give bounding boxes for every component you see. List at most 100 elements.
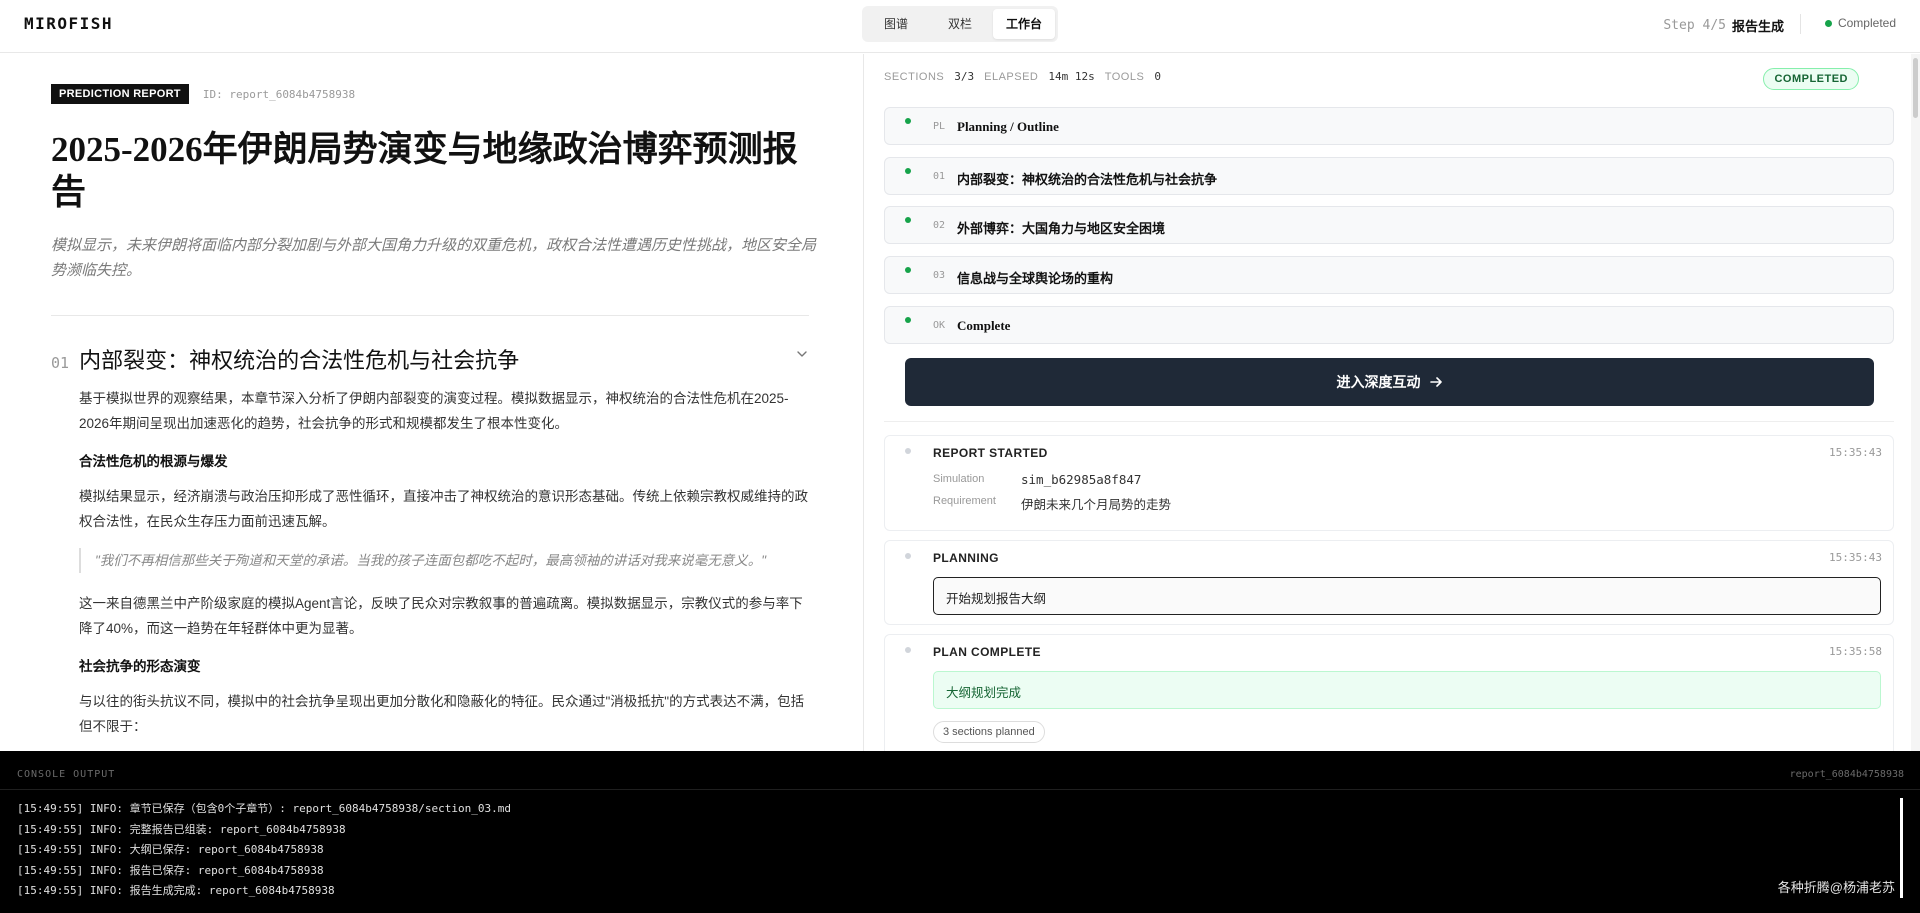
section-card-complete[interactable]: OK Complete bbox=[884, 306, 1894, 344]
log-message: 大纲规划完成 bbox=[933, 671, 1881, 709]
tab-workbench[interactable]: 工作台 bbox=[993, 9, 1055, 39]
report-title: 2025-2026年伊朗局势演变与地缘政治博弈预测报告 bbox=[51, 130, 798, 212]
log-time: 15:35:43 bbox=[1829, 551, 1882, 564]
timeline-dot-icon bbox=[905, 647, 911, 653]
field-key: Requirement bbox=[933, 495, 996, 507]
log-title: REPORT STARTED bbox=[933, 446, 1048, 460]
metric-tools-value: 0 bbox=[1154, 70, 1161, 83]
subsection-heading: 社会抗争的形态演变 bbox=[79, 659, 201, 674]
console-line: [15:49:55] INFO: 大纲已保存: report_6084b4758… bbox=[17, 843, 324, 856]
done-dot-icon bbox=[905, 118, 911, 124]
step-counter: Step 4/5 bbox=[1663, 18, 1726, 33]
simulation-field: Simulation sim_b62985a8f847 bbox=[933, 472, 1141, 487]
metric-elapsed-value: 14m 12s bbox=[1048, 70, 1095, 83]
log-title: PLAN COMPLETE bbox=[933, 645, 1041, 659]
console-log[interactable]: [15:49:55] INFO: 章节已保存（包含0个子章节）: report_… bbox=[17, 799, 511, 902]
watermark: 各种折腾@杨浦老苏 bbox=[1777, 880, 1895, 895]
requirement-field: Requirement 伊朗未来几个月局势的走势 bbox=[933, 495, 1171, 512]
metric-tools-label: TOOLS bbox=[1104, 70, 1145, 83]
step-name: 报告生成 bbox=[1731, 19, 1784, 34]
console-line: [15:49:55] INFO: 报告生成完成: report_6084b475… bbox=[17, 884, 335, 897]
section-paragraph: 模拟结果显示，经济崩溃与政治压抑形成了恶性循环，直接冲击了神权统治的意识形态基础… bbox=[79, 489, 808, 529]
section-label: Planning / Outline bbox=[957, 119, 1059, 134]
log-message: 开始规划报告大纲 bbox=[933, 577, 1881, 615]
log-time: 15:35:43 bbox=[1829, 446, 1882, 459]
metric-elapsed-label: ELAPSED bbox=[984, 70, 1039, 83]
done-dot-icon bbox=[905, 217, 911, 223]
log-time: 15:35:58 bbox=[1829, 645, 1882, 658]
console-report-ref: report_6084b4758938 bbox=[1789, 769, 1904, 780]
section-code: 02 bbox=[933, 220, 946, 231]
status-indicator: Completed bbox=[1824, 16, 1896, 30]
divider bbox=[51, 315, 809, 316]
section-code: 01 bbox=[933, 171, 946, 182]
section-label: 信息战与全球舆论场的重构 bbox=[957, 271, 1114, 286]
tab-graph[interactable]: 图谱 bbox=[865, 9, 927, 39]
console-line: [15:49:55] INFO: 报告已保存: report_6084b4758… bbox=[17, 863, 324, 877]
subsection-heading: 合法性危机的根源与爆发 bbox=[79, 454, 228, 469]
section-card-03[interactable]: 03 信息战与全球舆论场的重构 bbox=[884, 256, 1894, 294]
status-badge: COMPLETED bbox=[1763, 68, 1859, 90]
scrollbar-thumb[interactable] bbox=[1913, 58, 1918, 118]
chevron-down-icon[interactable] bbox=[795, 347, 809, 361]
console-panel: CONSOLE OUTPUT report_6084b4758938 [15:4… bbox=[0, 751, 1920, 913]
timeline-dot-icon bbox=[905, 553, 911, 559]
timeline-dot-icon bbox=[905, 448, 911, 454]
workflow-pane[interactable]: SECTIONS 3/3 ELAPSED 14m 12s TOOLS 0 COM… bbox=[865, 54, 1910, 751]
console-line: [15:49:55] INFO: 完整报告已组装: report_6084b47… bbox=[17, 822, 346, 836]
divider bbox=[884, 421, 1894, 422]
brand-logo[interactable]: MIROFISH bbox=[24, 14, 113, 33]
section-number: 01 bbox=[51, 354, 70, 372]
log-entry-plan-complete: PLAN COMPLETE 15:35:58 大纲规划完成 3 sections… bbox=[884, 634, 1894, 751]
report-pane[interactable]: PREDICTION REPORT ID: report_6084b475893… bbox=[0, 54, 864, 751]
view-switcher: 图谱 双栏 工作台 bbox=[862, 6, 1058, 42]
tab-split[interactable]: 双栏 bbox=[929, 9, 991, 39]
section-title: 内部裂变：神权统治的合法性危机与社会抗争 bbox=[79, 348, 520, 373]
cta-label: 进入深度互动 bbox=[1336, 374, 1421, 390]
section-card-01[interactable]: 01 内部裂变：神权统治的合法性危机与社会抗争 bbox=[884, 157, 1894, 195]
section-card-02[interactable]: 02 外部博弈：大国角力与地区安全困境 bbox=[884, 206, 1894, 244]
section-code: PL bbox=[933, 121, 946, 132]
section-label: Complete bbox=[957, 318, 1011, 333]
report-badge: PREDICTION REPORT bbox=[51, 84, 189, 104]
log-entry-planning: PLANNING 15:35:43 开始规划报告大纲 bbox=[884, 540, 1894, 625]
report-id: ID: report_6084b4758938 bbox=[202, 87, 356, 101]
console-title: CONSOLE OUTPUT bbox=[17, 769, 116, 780]
section-card-planning[interactable]: PL Planning / Outline bbox=[884, 107, 1894, 145]
scrollbar[interactable] bbox=[1911, 54, 1920, 751]
report-summary: 模拟显示，未来伊朗将面临内部分裂加剧与外部大国角力升级的双重危机，政权合法性遭遇… bbox=[51, 237, 817, 279]
top-bar: MIROFISH 图谱 双栏 工作台 Step 4/5 报告生成 Complet… bbox=[0, 0, 1920, 53]
section-paragraph: 与以往的街头抗议不同，模拟中的社会抗争呈现出更加分散化和隐蔽化的特征。民众通过"… bbox=[79, 694, 805, 734]
report-meta: PREDICTION REPORT ID: report_6084b475893… bbox=[51, 84, 355, 104]
step-indicator: Step 4/5 报告生成 bbox=[1663, 16, 1784, 35]
arrow-right-icon bbox=[1429, 377, 1442, 387]
done-dot-icon bbox=[905, 168, 911, 174]
field-key: Simulation bbox=[933, 473, 985, 485]
metrics-bar: SECTIONS 3/3 ELAPSED 14m 12s TOOLS 0 bbox=[884, 70, 1161, 83]
field-value: sim_b62985a8f847 bbox=[1021, 472, 1142, 487]
section-header[interactable]: 01 内部裂变：神权统治的合法性危机与社会抗争 bbox=[51, 343, 809, 375]
section-code: OK bbox=[933, 320, 946, 331]
status-text: Completed bbox=[1837, 16, 1896, 30]
header-divider bbox=[1800, 14, 1801, 34]
agent-quote: "我们不再相信那些关于殉道和天堂的承诺。当我的孩子连面包都吃不起时，最高领袖的讲… bbox=[79, 548, 809, 573]
section-paragraph: 这一来自德黑兰中产阶级家庭的模拟Agent言论，反映了民众对宗教叙事的普遍疏离。… bbox=[79, 596, 803, 636]
done-dot-icon bbox=[905, 267, 911, 273]
section-label: 外部博弈：大国角力与地区安全困境 bbox=[957, 221, 1166, 236]
section-code: 03 bbox=[933, 270, 946, 281]
metric-sections-label: SECTIONS bbox=[884, 70, 945, 83]
metric-sections-value: 3/3 bbox=[954, 70, 975, 83]
section-label: 内部裂变：神权统治的合法性危机与社会抗争 bbox=[957, 172, 1218, 187]
section-paragraph: 基于模拟世界的观察结果，本章节深入分析了伊朗内部裂变的演变过程。模拟数据显示，神… bbox=[79, 391, 789, 431]
section-body: 基于模拟世界的观察结果，本章节深入分析了伊朗内部裂变的演变过程。模拟数据显示，神… bbox=[79, 386, 809, 751]
log-title: PLANNING bbox=[933, 551, 999, 565]
done-dot-icon bbox=[905, 317, 911, 323]
deep-interaction-button[interactable]: 进入深度互动 bbox=[905, 358, 1874, 406]
console-scrollbar[interactable] bbox=[1900, 798, 1903, 898]
status-dot-icon bbox=[1824, 19, 1832, 27]
console-line: [15:49:55] INFO: 章节已保存（包含0个子章节）: report_… bbox=[17, 802, 511, 815]
divider bbox=[0, 789, 1920, 790]
field-value: 伊朗未来几个月局势的走势 bbox=[1021, 498, 1172, 512]
sections-planned-chip: 3 sections planned bbox=[933, 721, 1045, 743]
log-entry-report-started: REPORT STARTED 15:35:43 Simulation sim_b… bbox=[884, 435, 1894, 531]
